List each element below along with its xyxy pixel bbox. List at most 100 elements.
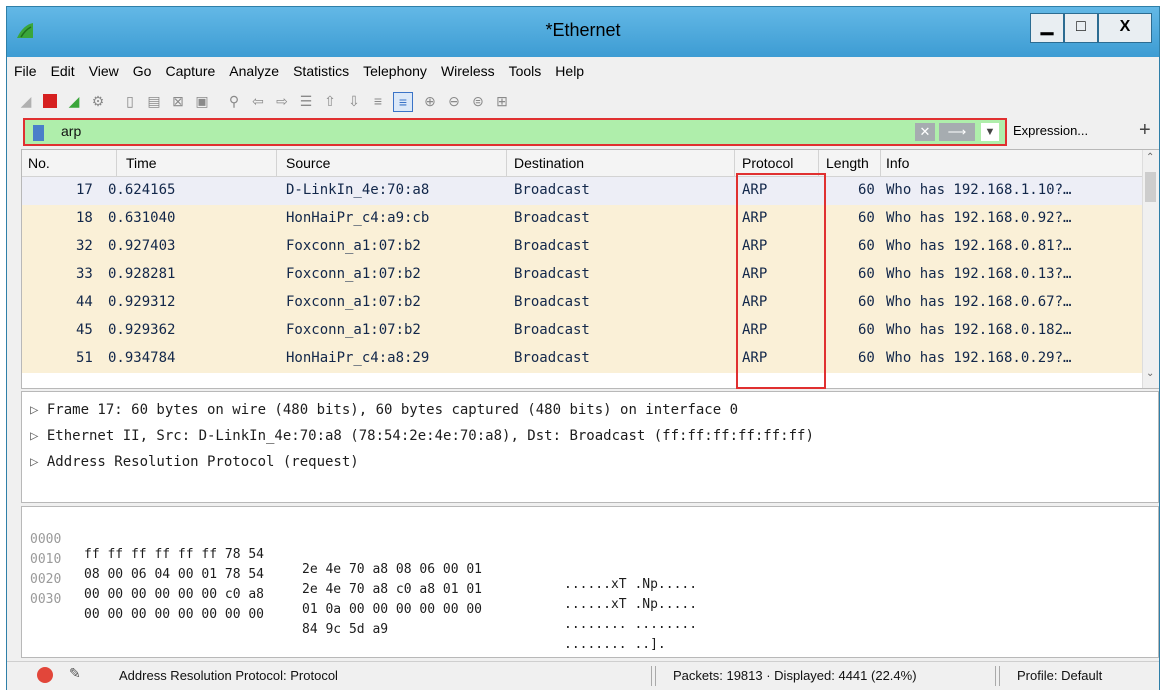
expand-arrow-icon[interactable]: ▷ (30, 454, 47, 470)
column-header-info[interactable]: Info (886, 155, 909, 171)
menu-telephony[interactable]: Telephony (356, 57, 434, 79)
menu-edit[interactable]: Edit (44, 57, 82, 79)
cell-length: 60 (858, 238, 875, 254)
resize-columns-icon[interactable]: ⊞ (493, 92, 511, 110)
cell-protocol: ARP (742, 266, 768, 282)
apply-filter-icon[interactable]: ⟶ (939, 123, 975, 141)
table-row[interactable]: 17 0.624165 D-LinkIn_4e:70:a8 Broadcast … (22, 177, 1142, 205)
menu-wireless[interactable]: Wireless (434, 57, 502, 79)
column-header-length[interactable]: Length (826, 155, 869, 171)
column-header-time[interactable]: Time (126, 155, 157, 171)
go-forward-icon[interactable]: ⇨ (273, 92, 291, 110)
bytes-hex: 2e 4e 70 a8 c0 a8 01 01 (302, 582, 483, 597)
cell-length: 60 (858, 322, 875, 338)
cell-length: 60 (858, 294, 875, 310)
find-icon[interactable]: ⚲ (225, 92, 243, 110)
cell-length: 60 (858, 266, 875, 282)
cell-source: Foxconn_a1:07:b2 (286, 322, 421, 338)
bytes-offset: 0030 (30, 592, 62, 607)
detail-ethernet[interactable]: ▷ Ethernet II, Src: D-LinkIn_4e:70:a8 (7… (30, 428, 814, 444)
table-row[interactable]: 45 0.929362 Foxconn_a1:07:b2 Broadcast A… (22, 317, 1142, 345)
cell-protocol: ARP (742, 182, 768, 198)
menu-view[interactable]: View (82, 57, 126, 79)
table-row[interactable]: 51 0.934784 HonHaiPr_c4:a8:29 Broadcast … (22, 345, 1142, 373)
expert-info-icon[interactable] (37, 667, 53, 683)
menu-file[interactable]: File (7, 57, 44, 79)
close-file-icon[interactable]: ⊠ (169, 92, 187, 110)
column-header-no[interactable]: No. (28, 155, 50, 171)
packet-details-pane: ▷ Frame 17: 60 bytes on wire (480 bits),… (21, 391, 1159, 503)
minimize-button[interactable]: ▁ (1030, 13, 1064, 43)
cell-destination: Broadcast (514, 238, 590, 254)
bytes-line[interactable]: 0020 00 00 00 00 00 00 c0 a8 01 0a 00 00… (22, 557, 697, 632)
open-file-icon[interactable]: ▯ (121, 92, 139, 110)
status-profile[interactable]: Profile: Default (1017, 668, 1102, 683)
zoom-out-icon[interactable]: ⊖ (445, 92, 463, 110)
bytes-hex: 00 00 00 00 00 00 00 00 (84, 607, 265, 622)
cell-source: Foxconn_a1:07:b2 (286, 266, 421, 282)
menu-statistics[interactable]: Statistics (286, 57, 356, 79)
bookmark-icon[interactable] (33, 125, 44, 141)
bytes-hex: 08 00 06 04 00 01 78 54 (84, 567, 265, 582)
bytes-line[interactable]: 0000 ff ff ff ff ff ff 78 54 2e 4e 70 a8… (22, 517, 697, 592)
cell-time: 0.934784 (108, 350, 176, 366)
normal-size-icon[interactable]: ⊜ (469, 92, 487, 110)
menu-tools[interactable]: Tools (502, 57, 549, 79)
table-row[interactable]: 33 0.928281 Foxconn_a1:07:b2 Broadcast A… (22, 261, 1142, 289)
options-gear-icon[interactable]: ⚙ (89, 92, 107, 110)
capture-comment-icon[interactable]: ✎ (69, 665, 81, 682)
stop-icon[interactable] (41, 92, 59, 110)
bytes-line[interactable]: 0030 00 00 00 00 00 00 00 00 84 9c 5d a9… (22, 577, 666, 652)
last-packet-icon[interactable]: ⇩ (345, 92, 363, 110)
chevron-down-icon[interactable]: ▼ (981, 123, 999, 141)
cell-no: 18 (76, 210, 93, 226)
shark-fin-icon[interactable]: ◢ (17, 92, 35, 110)
scroll-up-icon[interactable]: ⌃ (1146, 152, 1154, 163)
cell-destination: Broadcast (514, 322, 590, 338)
title-bar: *Ethernet ▁ □ X (7, 7, 1159, 57)
column-header-destination[interactable]: Destination (514, 155, 584, 171)
bytes-ascii: ........ ..]. (564, 637, 666, 652)
bytes-line[interactable]: 0010 08 00 06 04 00 01 78 54 2e 4e 70 a8… (22, 537, 697, 612)
cell-info: Who has 192.168.0.13?… (886, 266, 1072, 282)
add-filter-button[interactable]: + (1139, 119, 1151, 142)
go-back-icon[interactable]: ⇦ (249, 92, 267, 110)
bytes-hex: 2e 4e 70 a8 08 06 00 01 (302, 562, 483, 577)
table-row[interactable]: 44 0.929312 Foxconn_a1:07:b2 Broadcast A… (22, 289, 1142, 317)
autoscroll-icon[interactable]: ≡ (369, 92, 387, 110)
filter-value[interactable]: arp (61, 123, 81, 139)
restart-icon[interactable]: ◢ (65, 92, 83, 110)
cell-no: 45 (76, 322, 93, 338)
maximize-button[interactable]: □ (1064, 13, 1098, 43)
first-packet-icon[interactable]: ⇧ (321, 92, 339, 110)
colorize-icon[interactable]: ≡ (393, 92, 413, 112)
menu-capture[interactable]: Capture (158, 57, 222, 79)
expand-arrow-icon[interactable]: ▷ (30, 402, 47, 418)
expand-arrow-icon[interactable]: ▷ (30, 428, 47, 444)
clear-filter-icon[interactable]: ✕ (915, 123, 935, 141)
zoom-in-icon[interactable]: ⊕ (421, 92, 439, 110)
scrollbar-thumb[interactable] (1145, 172, 1156, 202)
detail-arp[interactable]: ▷ Address Resolution Protocol (request) (30, 454, 359, 470)
menu-help[interactable]: Help (548, 57, 591, 79)
column-header-protocol[interactable]: Protocol (742, 155, 793, 171)
menu-analyze[interactable]: Analyze (222, 57, 286, 79)
expression-button[interactable]: Expression... (1013, 123, 1088, 138)
go-to-packet-icon[interactable]: ☰ (297, 92, 315, 110)
cell-info: Who has 192.168.0.81?… (886, 238, 1072, 254)
detail-frame[interactable]: ▷ Frame 17: 60 bytes on wire (480 bits),… (30, 402, 738, 418)
table-row[interactable]: 32 0.927403 Foxconn_a1:07:b2 Broadcast A… (22, 233, 1142, 261)
packet-list-scrollbar[interactable]: ⌃ ⌄ (1142, 150, 1159, 388)
cell-length: 60 (858, 210, 875, 226)
reload-icon[interactable]: ▣ (193, 92, 211, 110)
detail-text: Address Resolution Protocol (request) (46, 454, 359, 470)
save-file-icon[interactable]: ▤ (145, 92, 163, 110)
table-row[interactable]: 18 0.631040 HonHaiPr_c4:a9:cb Broadcast … (22, 205, 1142, 233)
window-title: *Ethernet (545, 20, 621, 40)
scroll-down-icon[interactable]: ⌄ (1146, 368, 1154, 379)
cell-no: 17 (76, 182, 93, 198)
display-filter-input[interactable]: arp ✕ ⟶ ▼ (23, 118, 1007, 146)
menu-go[interactable]: Go (126, 57, 159, 79)
column-header-source[interactable]: Source (286, 155, 330, 171)
close-button[interactable]: X (1098, 13, 1152, 43)
